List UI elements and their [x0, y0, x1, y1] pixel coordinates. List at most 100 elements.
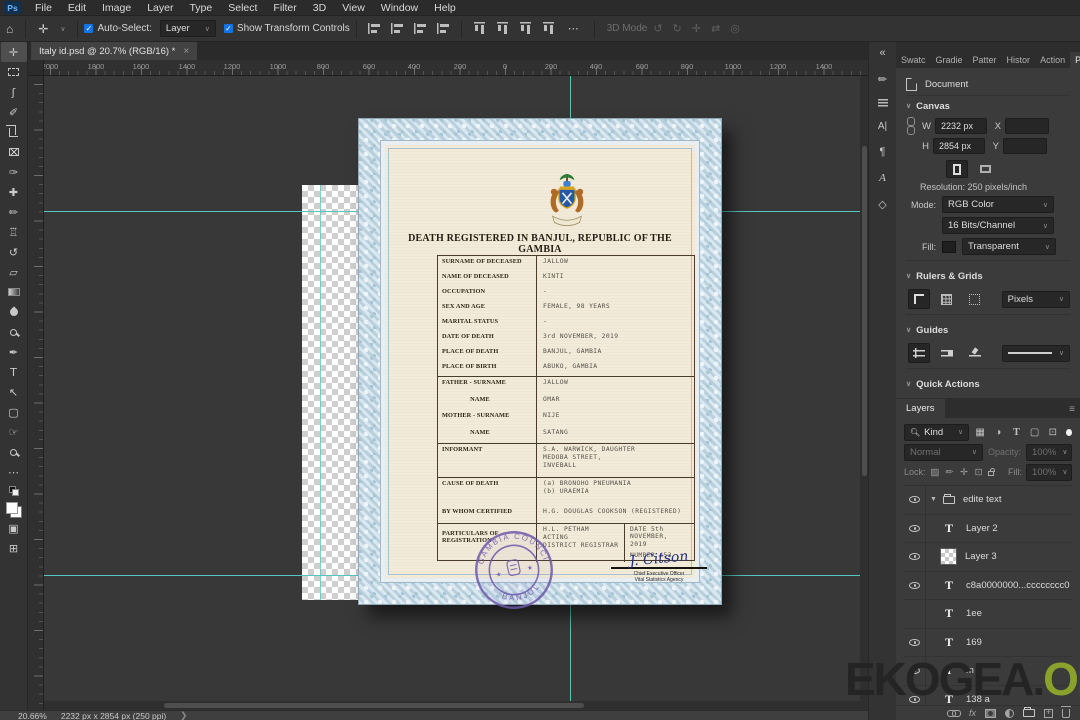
death-certificate-layer[interactable]: DEATH REGISTERED IN BANJUL, REPUBLIC OF … [358, 118, 722, 609]
move-tool[interactable]: ✛ [0, 42, 27, 62]
link-dimensions-icon[interactable] [906, 117, 915, 135]
eyedropper-tool[interactable]: ✑ [1, 162, 27, 182]
zoom-level[interactable]: 20.66% [18, 711, 47, 720]
layers-menu-icon[interactable]: ≡ [1064, 401, 1080, 418]
more-options-icon[interactable]: ⋯ [560, 22, 588, 35]
layer-row[interactable]: ▼ T 1ee [904, 600, 1072, 629]
fill-dropdown[interactable]: Transparent ∨ [962, 238, 1056, 255]
height-field[interactable]: 2854 px [933, 138, 985, 154]
layers-tab[interactable]: Layers [896, 399, 945, 418]
menu-item[interactable]: File [27, 2, 60, 14]
layer-name[interactable]: 169 [966, 637, 982, 648]
layer-name[interactable]: Layer 3 [965, 551, 997, 562]
document-tab[interactable]: Italy id.psd @ 20.7% (RGB/16) * × [31, 42, 198, 60]
chevron-down-icon[interactable]: ∨ [906, 272, 911, 280]
chevron-down-icon[interactable]: ∨ [54, 25, 71, 33]
adjustments-icon[interactable] [877, 98, 888, 107]
layer-row[interactable]: ▼ T Layer 3 [904, 543, 1072, 572]
group-expand-chevron[interactable]: ▼ [930, 496, 937, 503]
menu-item[interactable]: Help [426, 2, 464, 14]
menu-item[interactable]: Image [94, 2, 139, 14]
auto-select-target-dropdown[interactable]: Layer ∨ [159, 20, 216, 37]
menu-item[interactable]: Filter [265, 2, 304, 14]
menu-item[interactable]: Layer [139, 2, 181, 14]
layer-name[interactable]: edite text [963, 494, 1002, 505]
character-panel-icon[interactable]: A| [878, 119, 887, 133]
path-selection-tool[interactable]: ↖ [1, 382, 27, 402]
align-left-icon[interactable] [367, 23, 381, 34]
quick-mask-button[interactable]: ▣ [1, 518, 27, 538]
menu-item[interactable]: Type [181, 2, 220, 14]
align-center-horizontal-icon[interactable] [390, 23, 404, 34]
collapse-panels-icon[interactable]: « [879, 46, 885, 60]
type-tool[interactable]: T [1, 362, 27, 382]
close-tab-icon[interactable]: × [183, 46, 189, 57]
portrait-orientation-button[interactable] [946, 160, 968, 178]
layer-name[interactable]: c8a0000000...cccccccc0 d [966, 580, 1072, 591]
fill-color-swatch[interactable] [942, 240, 956, 253]
hand-tool[interactable]: ☞ [1, 422, 27, 442]
chevron-down-icon[interactable]: ∨ [906, 102, 911, 110]
distribute-icon[interactable] [542, 22, 554, 35]
libraries-panel-icon[interactable]: ◇ [878, 197, 886, 211]
move-tool-options-icon[interactable]: ✛ [32, 22, 54, 36]
adjustment-layer-icon[interactable] [1005, 708, 1014, 718]
guide-style-dropdown[interactable]: ∨ [1001, 344, 1070, 362]
layer-row[interactable]: ▼ T Layer 2 [904, 514, 1072, 543]
menu-item[interactable]: Select [220, 2, 265, 14]
blur-tool[interactable] [1, 302, 27, 322]
history-brush-tool[interactable]: ↺ [1, 242, 27, 262]
width-field[interactable]: 2232 px [935, 118, 987, 134]
blend-mode-dropdown[interactable]: Normal ∨ [904, 443, 983, 461]
panel-tab[interactable]: Histor [1002, 52, 1036, 68]
frame-tool[interactable] [1, 142, 27, 162]
menu-item[interactable]: 3D [305, 2, 334, 14]
default-colors-icon[interactable] [8, 486, 19, 496]
link-layers-icon[interactable] [946, 710, 961, 717]
status-chevron-icon[interactable]: ❯ [180, 710, 187, 720]
panel-tab[interactable]: Gradie [931, 52, 968, 68]
photoshop-logo-icon[interactable]: Ps [4, 1, 21, 14]
visibility-toggle[interactable] [904, 571, 926, 599]
zoom-tool[interactable] [1, 442, 27, 462]
lock-transparency-icon[interactable]: ▨ [930, 467, 941, 478]
toggle-rulers-button[interactable] [908, 289, 930, 309]
eraser-tool[interactable]: ▱ [1, 262, 27, 282]
align-bottom-icon[interactable] [519, 22, 531, 35]
add-mask-icon[interactable] [985, 708, 996, 718]
lock-position-icon[interactable]: ✛ [959, 467, 970, 478]
filter-shape-layers-icon[interactable]: ▢ [1028, 424, 1042, 440]
filter-smart-objects-icon[interactable]: ⊡ [1046, 424, 1060, 440]
lock-guides-button[interactable] [936, 343, 958, 363]
opacity-field[interactable]: 100% ∨ [1026, 443, 1072, 461]
align-justify-icon[interactable] [436, 23, 450, 34]
filter-type-layers-icon[interactable]: T [1009, 424, 1023, 440]
rectangular-marquee-tool[interactable] [1, 62, 27, 82]
layer-row[interactable]: ▼ T c8a0000000...cccccccc0 d [904, 571, 1072, 600]
brush-settings-icon[interactable]: ✏ [878, 72, 887, 86]
glyphs-panel-icon[interactable]: A [879, 171, 886, 185]
horizontal-ruler[interactable]: 2000 1800 1600 1400 1200 1000 800 600 400 200 0 200… [28, 60, 868, 76]
vertical-ruler[interactable] [28, 76, 44, 710]
show-transform-checkbox[interactable]: ✓ [223, 24, 233, 33]
layer-filter-dropdown[interactable]: 🔍︎ Kind ∨ [904, 423, 970, 441]
edit-guides-button[interactable] [964, 343, 986, 363]
filter-adjustment-layers-icon[interactable]: ◑ [991, 424, 1005, 440]
align-middle-icon[interactable] [496, 22, 508, 35]
auto-select-checkbox[interactable]: ✓ [84, 24, 94, 33]
healing-brush-tool[interactable]: ✚ [1, 182, 27, 202]
landscape-orientation-button[interactable] [974, 160, 996, 178]
color-mode-dropdown[interactable]: RGB Color ∨ [942, 196, 1054, 213]
new-layer-icon[interactable] [1044, 707, 1053, 718]
layer-name[interactable]: 1ee [966, 608, 982, 619]
toggle-pixel-grid-button[interactable] [964, 289, 986, 309]
delete-layer-icon[interactable] [1061, 705, 1071, 718]
panel-tab[interactable]: Patter [968, 52, 1002, 68]
panel-tab[interactable]: Properties [1070, 52, 1080, 68]
layer-fill-field[interactable]: 100% ∨ [1026, 463, 1073, 481]
toggle-guides-button[interactable] [908, 343, 930, 363]
vertical-guide[interactable] [320, 185, 321, 600]
more-tools[interactable]: ⋯ [1, 462, 27, 482]
menu-item[interactable]: View [334, 2, 373, 14]
panel-tab[interactable]: Swatc [896, 52, 931, 68]
